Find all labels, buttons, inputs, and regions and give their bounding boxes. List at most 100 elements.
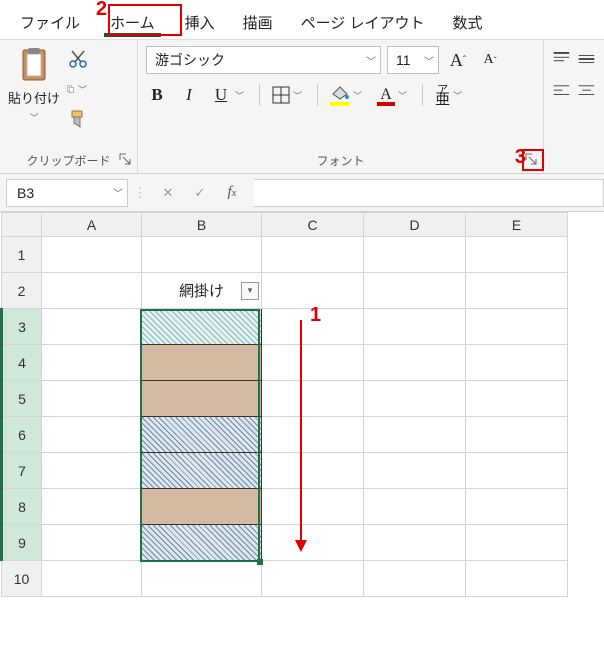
cell-C7[interactable] bbox=[262, 453, 364, 489]
cell-D6[interactable] bbox=[364, 417, 466, 453]
cell-E8[interactable] bbox=[466, 489, 568, 525]
cell-C3[interactable] bbox=[262, 309, 364, 345]
cell-B7[interactable] bbox=[142, 453, 262, 489]
underline-dropdown-icon[interactable]: ﹀ bbox=[232, 89, 247, 102]
cell-A4[interactable] bbox=[42, 345, 142, 381]
col-header-E[interactable]: E bbox=[466, 213, 568, 237]
select-all-corner[interactable] bbox=[2, 213, 42, 237]
borders-dropdown-icon[interactable]: ﹀ bbox=[290, 89, 305, 102]
namebox-dropdown-icon[interactable]: ﹀ bbox=[109, 185, 127, 200]
tab-file[interactable]: ファイル bbox=[6, 6, 94, 39]
align-top-button[interactable] bbox=[552, 50, 571, 68]
fill-color-button[interactable]: ﹀ bbox=[330, 86, 365, 104]
cell-C1[interactable] bbox=[262, 237, 364, 273]
cell-E4[interactable] bbox=[466, 345, 568, 381]
cell-A10[interactable] bbox=[42, 561, 142, 597]
row-header-7[interactable]: 7 bbox=[2, 453, 42, 489]
phonetic-dropdown-icon[interactable]: ﹀ bbox=[450, 89, 465, 102]
tab-home[interactable]: ホーム bbox=[94, 6, 171, 39]
increase-font-button[interactable]: Aˆ bbox=[445, 47, 471, 73]
cell-A3[interactable] bbox=[42, 309, 142, 345]
cell-A8[interactable] bbox=[42, 489, 142, 525]
tab-formulas[interactable]: 数式 bbox=[438, 6, 496, 39]
col-header-B[interactable]: B bbox=[142, 213, 262, 237]
cut-button[interactable] bbox=[66, 48, 90, 70]
format-painter-button[interactable] bbox=[66, 108, 90, 130]
cell-D3[interactable] bbox=[364, 309, 466, 345]
row-header-8[interactable]: 8 bbox=[2, 489, 42, 525]
tab-draw[interactable]: 描画 bbox=[229, 6, 287, 39]
font-family-combo[interactable]: 游ゴシック ﹀ bbox=[146, 46, 381, 74]
copy-button[interactable]: ﹀ bbox=[66, 78, 90, 100]
selection-fill-handle[interactable] bbox=[257, 559, 263, 565]
font-size-combo[interactable]: 11 ﹀ bbox=[387, 46, 439, 74]
cell-C9[interactable] bbox=[262, 525, 364, 561]
insert-function-button[interactable]: fx bbox=[216, 179, 248, 207]
cell-A1[interactable] bbox=[42, 237, 142, 273]
cell-D2[interactable] bbox=[364, 273, 466, 309]
cell-A5[interactable] bbox=[42, 381, 142, 417]
cell-D5[interactable] bbox=[364, 381, 466, 417]
underline-button[interactable]: U bbox=[210, 84, 232, 106]
cell-E5[interactable] bbox=[466, 381, 568, 417]
cell-A7[interactable] bbox=[42, 453, 142, 489]
paste-dropdown-icon[interactable]: ﹀ bbox=[30, 111, 39, 124]
bold-button[interactable]: B bbox=[146, 84, 168, 106]
fill-dropdown-icon[interactable]: ﹀ bbox=[350, 89, 365, 102]
tab-page-layout[interactable]: ページ レイアウト bbox=[287, 6, 439, 39]
decrease-font-button[interactable]: Aˇ bbox=[477, 47, 503, 73]
row-header-9[interactable]: 9 bbox=[2, 525, 42, 561]
name-box[interactable]: B3 ﹀ bbox=[6, 179, 128, 207]
confirm-edit-button[interactable]: ✓ bbox=[184, 179, 216, 207]
italic-button[interactable]: I bbox=[178, 84, 200, 106]
font-color-button[interactable]: A ﹀ bbox=[377, 86, 410, 104]
row-header-6[interactable]: 6 bbox=[2, 417, 42, 453]
cell-A9[interactable] bbox=[42, 525, 142, 561]
cell-C10[interactable] bbox=[262, 561, 364, 597]
col-header-D[interactable]: D bbox=[364, 213, 466, 237]
tab-insert[interactable]: 挿入 bbox=[171, 6, 229, 39]
cell-E10[interactable] bbox=[466, 561, 568, 597]
cancel-edit-button[interactable]: ✕ bbox=[152, 179, 184, 207]
cell-B10[interactable] bbox=[142, 561, 262, 597]
cell-B9[interactable] bbox=[142, 525, 262, 561]
cell-B6[interactable] bbox=[142, 417, 262, 453]
row-header-5[interactable]: 5 bbox=[2, 381, 42, 417]
cell-E3[interactable] bbox=[466, 309, 568, 345]
cell-D1[interactable] bbox=[364, 237, 466, 273]
cell-C2[interactable] bbox=[262, 273, 364, 309]
cell-D7[interactable] bbox=[364, 453, 466, 489]
cell-C4[interactable] bbox=[262, 345, 364, 381]
cell-A2[interactable] bbox=[42, 273, 142, 309]
align-middle-button[interactable] bbox=[577, 50, 596, 68]
cell-B1[interactable] bbox=[142, 237, 262, 273]
cell-B8[interactable] bbox=[142, 489, 262, 525]
col-header-A[interactable]: A bbox=[42, 213, 142, 237]
cell-E2[interactable] bbox=[466, 273, 568, 309]
cell-D9[interactable] bbox=[364, 525, 466, 561]
clipboard-dialog-launcher[interactable] bbox=[117, 151, 133, 167]
align-left-button[interactable] bbox=[552, 82, 571, 100]
cell-C6[interactable] bbox=[262, 417, 364, 453]
cell-E1[interactable] bbox=[466, 237, 568, 273]
paste-button[interactable]: 貼り付け ﹀ bbox=[8, 46, 60, 130]
formula-input[interactable] bbox=[254, 179, 604, 207]
worksheet-grid[interactable]: A B C D E 1 2 網掛け▾ 3 4 5 6 7 8 9 10 1 bbox=[0, 212, 604, 657]
align-center-button[interactable] bbox=[577, 82, 596, 100]
row-header-10[interactable]: 10 bbox=[2, 561, 42, 597]
cell-B4[interactable] bbox=[142, 345, 262, 381]
chevron-down-icon[interactable]: ﹀ bbox=[362, 53, 380, 68]
cell-B5[interactable] bbox=[142, 381, 262, 417]
copy-dropdown-icon[interactable]: ﹀ bbox=[75, 83, 90, 96]
cell-D10[interactable] bbox=[364, 561, 466, 597]
col-header-C[interactable]: C bbox=[262, 213, 364, 237]
phonetic-button[interactable]: ア亜 ﹀ bbox=[435, 85, 465, 106]
row-header-2[interactable]: 2 bbox=[2, 273, 42, 309]
cell-D4[interactable] bbox=[364, 345, 466, 381]
cell-B3[interactable] bbox=[142, 309, 262, 345]
filter-dropdown-button[interactable]: ▾ bbox=[241, 282, 259, 300]
cell-E6[interactable] bbox=[466, 417, 568, 453]
row-header-4[interactable]: 4 bbox=[2, 345, 42, 381]
row-header-1[interactable]: 1 bbox=[2, 237, 42, 273]
borders-button[interactable]: ﹀ bbox=[272, 86, 305, 104]
